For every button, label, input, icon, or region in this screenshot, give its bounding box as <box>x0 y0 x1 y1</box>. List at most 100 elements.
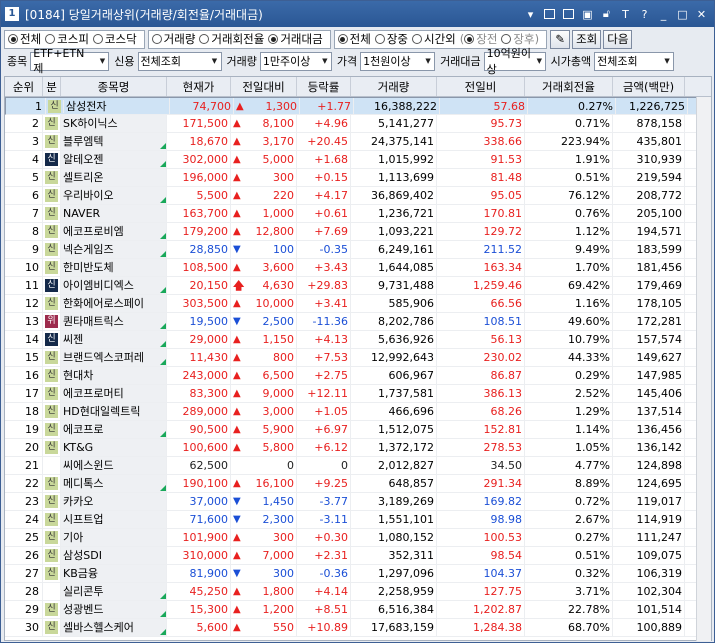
name-cell[interactable]: 아이엠비디엑스 <box>61 277 167 294</box>
header-type[interactable]: 분 <box>43 77 61 96</box>
name-cell[interactable]: 성광벤드 <box>61 601 167 618</box>
name-cell[interactable]: 우리바이오 <box>61 187 167 204</box>
market-kospi-radio[interactable]: 코스피 <box>45 31 89 47</box>
table-row[interactable]: 25 신 기아 101,900 ▲ 300 +0.30 1,080,152 100.53 0.27… <box>5 529 711 547</box>
credit-select[interactable]: 전체조회 ▼ <box>137 51 222 71</box>
table-row[interactable]: 23 신 카카오 37,000 ▼ 1,450 -3.77 3,189,269 169.82 0.… <box>5 493 711 511</box>
maximize-icon[interactable]: □ <box>674 6 691 22</box>
name-cell[interactable]: 한화에어로스페이 <box>61 295 167 312</box>
table-row[interactable]: 26 신 삼성SDI 310,000 ▲ 7,000 +2.31 352,311 98.54 0.… <box>5 547 711 565</box>
table-row[interactable]: 27 신 KB금융 81,900 ▼ 300 -0.36 1,297,096 104.37 0.3… <box>5 565 711 583</box>
name-cell[interactable]: 넥슨게임즈 <box>61 241 167 258</box>
price-cell: 20,150 <box>167 277 231 294</box>
amount-select[interactable]: 10억원이상 ▼ <box>483 47 546 76</box>
table-row[interactable]: 16 신 현대차 243,000 ▲ 6,500 +2.75 606,967 86.87 0.29… <box>5 367 711 385</box>
table-row[interactable]: 13 위 퀀타매트릭스 19,500 ▼ 2,500 -11.36 8,202,786 108.… <box>5 313 711 331</box>
header-turnover[interactable]: 거래회전율 <box>525 77 613 96</box>
dropdown-icon[interactable]: ▾ <box>522 6 539 22</box>
name-cell[interactable]: 에코프로비엠 <box>61 223 167 240</box>
table-row[interactable]: 18 신 HD현대일렉트릭 289,000 ▲ 3,000 +1.05 466,696 68.2… <box>5 403 711 421</box>
name-cell[interactable]: KB금융 <box>61 565 167 582</box>
session-regular-radio[interactable]: 장중 <box>374 31 408 47</box>
name-cell[interactable]: 삼성전자 <box>64 97 170 115</box>
sort-turnover-radio[interactable]: 거래회전율 <box>199 31 264 47</box>
volume-select[interactable]: 1만주이상 ▼ <box>259 51 332 71</box>
market-all-radio[interactable]: 전체 <box>8 31 41 47</box>
sort-amount-radio[interactable]: 거래대금 <box>268 31 323 47</box>
name-cell[interactable]: 삼성SDI <box>61 547 167 564</box>
name-cell[interactable]: SK하이닉스 <box>61 115 167 132</box>
table-row[interactable]: 21 씨에스윈드 62,500 0 0 2,012,827 34.50 4.77% 124,89… <box>5 457 711 475</box>
name-cell[interactable]: 블루엠텍 <box>61 133 167 150</box>
name-cell[interactable]: 실리콘투 <box>61 583 167 600</box>
table-row[interactable]: 5 신 셀트리온 196,000 ▲ 300 +0.15 1,113,699 81.48 0.51… <box>5 169 711 187</box>
table-row[interactable]: 24 신 시프트업 71,600 ▼ 2,300 -3.11 1,551,101 98.98 2.… <box>5 511 711 529</box>
name-cell[interactable]: 에코프로 <box>61 421 167 438</box>
link-icon[interactable] <box>560 6 577 22</box>
table-row[interactable]: 19 신 에코프로 90,500 ▲ 5,900 +6.97 1,512,075 152.81 1… <box>5 421 711 439</box>
header-rank[interactable]: 순위 <box>5 77 43 96</box>
item-select[interactable]: ETF+ETN 제 ▼ <box>30 47 110 75</box>
table-row[interactable]: 10 신 한미반도체 108,500 ▲ 3,600 +3.43 1,644,085 163.3… <box>5 259 711 277</box>
session-afterhours-radio[interactable]: 시간외 <box>412 31 456 47</box>
menu-icon[interactable] <box>541 6 558 22</box>
name-cell[interactable]: 셀바스헬스케어 <box>61 619 167 636</box>
header-change[interactable]: 전일대비 <box>231 77 297 96</box>
name-cell[interactable]: 브랜드엑스코퍼레 <box>61 349 167 366</box>
name-cell[interactable]: 한미반도체 <box>61 259 167 276</box>
table-row[interactable]: 15 신 브랜드엑스코퍼레 11,430 ▲ 800 +7.53 12,992,643 230.… <box>5 349 711 367</box>
header-name[interactable]: 종목명 <box>61 77 167 96</box>
session-all-radio[interactable]: 전체 <box>337 31 371 47</box>
next-button[interactable]: 다음 <box>603 29 633 49</box>
help-icon[interactable]: ? <box>636 6 653 22</box>
table-row[interactable]: 4 신 알테오젠 302,000 ▲ 5,000 +1.68 1,015,992 91.53 1.… <box>5 151 711 169</box>
header-amount[interactable]: 금액(백만) <box>613 77 685 96</box>
name-cell[interactable]: 알테오젠 <box>61 151 167 168</box>
table-row[interactable]: 22 신 메디톡스 190,100 ▲ 16,100 +9.25 648,857 291.34 8… <box>5 475 711 493</box>
name-cell[interactable]: 카카오 <box>61 493 167 510</box>
header-rate[interactable]: 등락률 <box>297 77 351 96</box>
name-cell[interactable]: 퀀타매트릭스 <box>61 313 167 330</box>
table-row[interactable]: 1 신 삼성전자 74,700 ▲ 1,300 +1.77 16,388,222 57.68 0.… <box>5 97 709 115</box>
name-cell[interactable]: KT&G <box>61 439 167 456</box>
font-icon[interactable]: T <box>617 6 634 22</box>
table-row[interactable]: 17 신 에코프로머티 83,300 ▲ 9,000 +12.11 1,737,581 386.… <box>5 385 711 403</box>
table-row[interactable]: 9 신 넥슨게임즈 28,850 ▼ 100 -0.35 6,249,161 211.52 9.4… <box>5 241 711 259</box>
name-cell[interactable]: 현대차 <box>61 367 167 384</box>
name-cell[interactable]: HD현대일렉트릭 <box>61 403 167 420</box>
name-cell[interactable]: 시프트업 <box>61 511 167 528</box>
name-cell[interactable]: NAVER <box>61 205 167 222</box>
name-cell[interactable]: 메디톡스 <box>61 475 167 492</box>
name-cell[interactable]: 기아 <box>61 529 167 546</box>
lock-icon[interactable]: 🔓︎ <box>598 6 615 22</box>
table-row[interactable]: 11 신 아이엠비디엑스 20,150 🡅 4,630 +29.83 9,731,488 1,2… <box>5 277 711 295</box>
query-button[interactable]: 조회 <box>572 29 602 49</box>
table-row[interactable]: 8 신 에코프로비엠 179,200 ▲ 12,800 +7.69 1,093,221 129.… <box>5 223 711 241</box>
sort-volume-radio[interactable]: 거래량 <box>151 31 195 47</box>
header-price[interactable]: 현재가 <box>167 77 231 96</box>
table-row[interactable]: 30 신 셀바스헬스케어 5,600 ▲ 550 +10.89 17,683,159 1,284… <box>5 619 711 637</box>
table-row[interactable]: 14 신 씨젠 29,000 ▲ 1,150 +4.13 5,636,926 56.13 10.7… <box>5 331 711 349</box>
name-cell[interactable]: 에코프로머티 <box>61 385 167 402</box>
tile-icon[interactable]: ▣ <box>579 6 596 22</box>
cap-select[interactable]: 전체조회 ▼ <box>594 51 675 71</box>
minimize-icon[interactable]: _ <box>655 6 672 22</box>
settings-button[interactable]: ✎ <box>550 29 571 49</box>
table-row[interactable]: 20 신 KT&G 100,600 ▲ 5,800 +6.12 1,372,172 278.53… <box>5 439 711 457</box>
name-cell[interactable]: 씨젠 <box>61 331 167 348</box>
table-row[interactable]: 6 신 우리바이오 5,500 ▲ 220 +4.17 36,869,402 95.05 76.1… <box>5 187 711 205</box>
table-row[interactable]: 2 신 SK하이닉스 171,500 ▲ 8,100 +4.96 5,141,277 95.73… <box>5 115 711 133</box>
table-row[interactable]: 3 신 블루엠텍 18,670 ▲ 3,170 +20.45 24,375,141 338.66… <box>5 133 711 151</box>
market-kosdaq-radio[interactable]: 코스닥 <box>92 31 137 47</box>
close-icon[interactable]: ✕ <box>693 6 710 22</box>
header-prev-ratio[interactable]: 전일비 <box>437 77 525 96</box>
table-row[interactable]: 29 신 성광벤드 15,300 ▲ 1,200 +8.51 6,516,384 1,202.8… <box>5 601 711 619</box>
header-volume[interactable]: 거래량 <box>351 77 437 96</box>
price-select[interactable]: 1천원이상 ▼ <box>360 51 436 71</box>
table-row[interactable]: 7 신 NAVER 163,700 ▲ 1,000 +0.61 1,236,721 170.81… <box>5 205 711 223</box>
table-row[interactable]: 28 실리콘투 45,250 ▲ 1,800 +4.14 2,258,959 127.75 3.… <box>5 583 711 601</box>
name-cell[interactable]: 씨에스윈드 <box>61 457 167 474</box>
table-row[interactable]: 12 신 한화에어로스페이 303,500 ▲ 10,000 +3.41 585,906 66.… <box>5 295 711 313</box>
name-cell[interactable]: 셀트리온 <box>61 169 167 186</box>
vertical-scrollbar[interactable] <box>696 97 711 641</box>
